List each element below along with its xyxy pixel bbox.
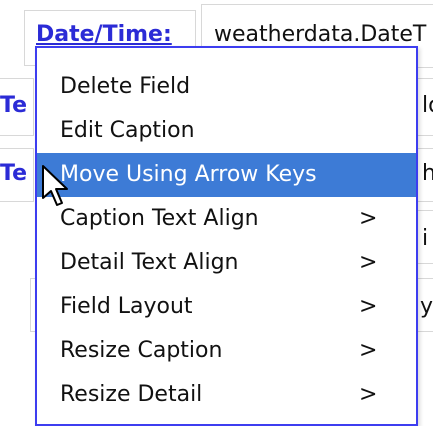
row2-left-text: Te — [0, 93, 28, 118]
menu-item-field-layout[interactable]: Field Layout > — [37, 285, 416, 329]
submenu-arrow-icon: > — [359, 250, 378, 275]
submenu-arrow-icon: > — [359, 206, 378, 231]
menu-item-label: Caption Text Align — [60, 206, 259, 231]
row5-right-text: yF — [420, 294, 433, 319]
menu-item-resize-caption[interactable]: Resize Caption > — [37, 329, 416, 373]
date-value-text[interactable]: weatherdata.DateT — [214, 22, 426, 47]
menu-item-resize-detail[interactable]: Resize Detail > — [37, 373, 416, 417]
menu-item-label: Resize Detail — [60, 382, 203, 407]
menu-item-label: Edit Caption — [60, 118, 195, 143]
menu-item-edit-caption[interactable]: Edit Caption — [37, 109, 416, 153]
arrow-pointer-icon — [42, 165, 68, 206]
menu-item-label: Move Using Arrow Keys — [60, 162, 317, 187]
row4-right-text: i — [422, 226, 429, 251]
menu-item-label: Detail Text Align — [60, 250, 239, 275]
menu-item-label: Resize Caption — [60, 338, 223, 363]
submenu-arrow-icon: > — [359, 338, 378, 363]
row2-right-text: lo — [422, 93, 433, 118]
submenu-arrow-icon: > — [359, 382, 378, 407]
menu-item-caption-text-align[interactable]: Caption Text Align > — [37, 197, 416, 241]
menu-item-label: Delete Field — [60, 74, 191, 99]
menu-item-delete-field[interactable]: Delete Field — [37, 65, 416, 109]
row3-left-text: Te — [0, 161, 28, 186]
menu-item-label: Field Layout — [60, 294, 193, 319]
submenu-arrow-icon: > — [359, 294, 378, 319]
menu-item-move-using-arrow-keys[interactable]: Move Using Arrow Keys — [37, 153, 416, 197]
date-caption-link[interactable]: Date/Time: — [36, 22, 172, 47]
context-menu: Delete Field Edit Caption Move Using Arr… — [35, 46, 418, 426]
menu-item-detail-text-align[interactable]: Detail Text Align > — [37, 241, 416, 285]
row3-right-text: h' — [422, 161, 433, 186]
